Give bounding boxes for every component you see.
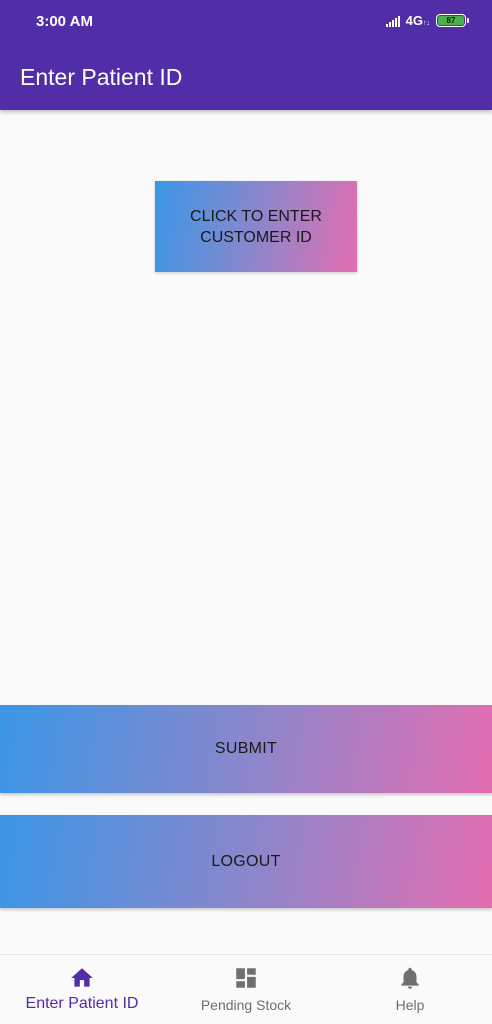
nav-item-pending-stock[interactable]: Pending Stock [164,955,328,1024]
submit-button[interactable]: SUBMIT [0,705,492,793]
signal-icon [385,15,400,27]
dashboard-icon [236,968,256,988]
bell-icon [401,967,419,989]
logout-button[interactable]: LOGOUT [0,815,492,908]
nav-label: Help [395,997,425,1013]
nav-item-enter-patient-id[interactable]: Enter Patient ID [0,955,164,1024]
battery-icon: 87 [436,14,469,27]
app-bar: Enter Patient ID [0,44,492,110]
bottom-navigation: Enter Patient ID Pending Stock Help [0,954,492,1024]
status-icons: 4G↑↓ 87 [385,13,469,28]
app-screen: 3:00 AM 4G↑↓ 87 Enter Patient ID CLICK T… [0,0,492,1024]
nav-label: Enter Patient ID [25,995,139,1012]
battery-level: 87 [438,16,464,25]
page-title: Enter Patient ID [20,64,183,90]
status-bar: 3:00 AM 4G↑↓ 87 [0,0,492,44]
network-type: 4G↑↓ [405,13,430,28]
nav-label: Pending Stock [200,997,292,1013]
nav-item-help[interactable]: Help [328,955,492,1024]
network-label: 4G [405,13,423,28]
status-time: 3:00 AM [36,13,93,30]
enter-customer-id-button[interactable]: CLICK TO ENTER CUSTOMER ID [155,181,357,272]
home-icon [71,968,93,987]
